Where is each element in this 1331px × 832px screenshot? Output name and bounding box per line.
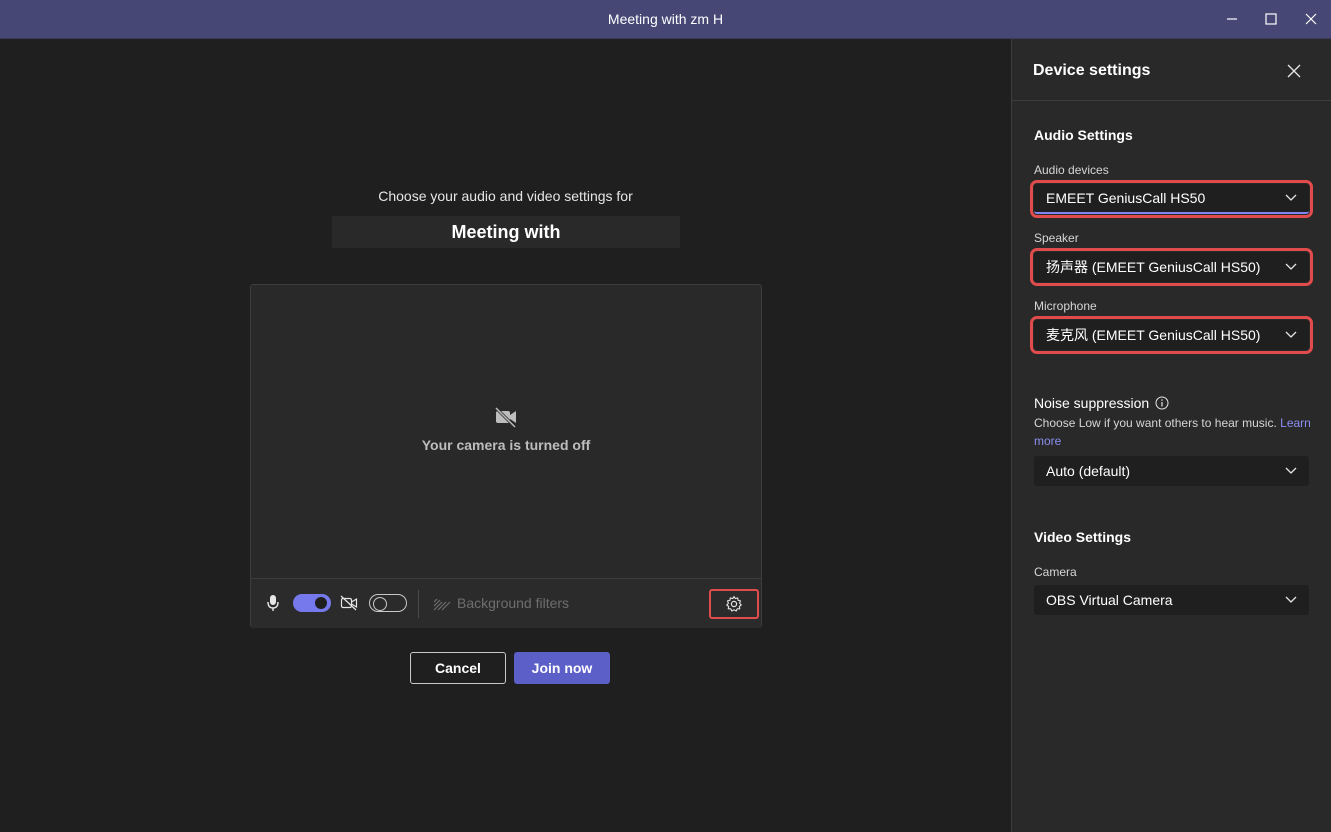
noise-help-text: Choose Low if you want others to hear mu… xyxy=(1034,416,1277,430)
chevron-down-icon xyxy=(1285,263,1297,270)
toggle-knob xyxy=(373,597,387,611)
background-filters-label: Background filters xyxy=(457,595,570,611)
audio-devices-label: Audio devices xyxy=(1034,163,1109,177)
camera-off-small-icon xyxy=(340,595,358,611)
minimize-icon xyxy=(1227,18,1237,20)
camera-value: OBS Virtual Camera xyxy=(1046,592,1173,608)
noise-suppression-dropdown[interactable]: Auto (default) xyxy=(1034,456,1309,486)
camera-label: Camera xyxy=(1034,565,1077,579)
panel-title: Device settings xyxy=(1033,62,1151,79)
close-window-button[interactable] xyxy=(1291,0,1331,38)
device-settings-button[interactable] xyxy=(709,589,759,619)
camera-toggle[interactable] xyxy=(369,594,407,612)
chevron-down-icon xyxy=(1285,194,1297,201)
panel-header: Device settings xyxy=(1012,39,1331,101)
toggle-knob xyxy=(315,597,327,609)
join-now-button[interactable]: Join now xyxy=(514,652,610,684)
minimize-button[interactable] xyxy=(1212,0,1252,38)
video-settings-heading: Video Settings xyxy=(1034,529,1131,545)
prejoin-stage: Choose your audio and video settings for… xyxy=(0,39,1011,832)
camera-dropdown[interactable]: OBS Virtual Camera xyxy=(1034,585,1309,615)
meeting-title: Meeting with xyxy=(332,216,680,248)
title-bar: Meeting with zm H xyxy=(0,0,1331,39)
camera-button[interactable] xyxy=(339,593,359,613)
camera-off-icon xyxy=(494,406,517,428)
speaker-value: 扬声器 (EMEET GeniusCall HS50) xyxy=(1046,259,1261,275)
close-icon xyxy=(1305,13,1317,25)
close-panel-button[interactable] xyxy=(1284,61,1304,81)
info-icon[interactable] xyxy=(1155,396,1169,410)
maximize-button[interactable] xyxy=(1251,0,1291,38)
close-icon xyxy=(1287,64,1301,78)
microphone-button[interactable] xyxy=(263,593,283,613)
noise-suppression-value: Auto (default) xyxy=(1046,463,1131,479)
preview-controls: Background filters xyxy=(251,578,761,628)
gear-icon xyxy=(726,595,742,612)
chevron-down-icon xyxy=(1285,331,1297,338)
maximize-icon xyxy=(1265,13,1277,25)
video-area: Your camera is turned off xyxy=(251,285,761,578)
device-settings-panel: Device settings Audio Settings Audio dev… xyxy=(1011,39,1331,832)
camera-off-text: Your camera is turned off xyxy=(421,437,591,453)
chevron-down-icon xyxy=(1285,596,1297,603)
microphone-dropdown[interactable]: 麦克风 (EMEET GeniusCall HS50) xyxy=(1030,316,1313,354)
divider xyxy=(418,590,419,618)
microphone-label: Microphone xyxy=(1034,299,1097,313)
window-title: Meeting with zm H xyxy=(607,11,724,27)
background-filters-button[interactable]: Background filters xyxy=(433,579,569,628)
choose-settings-text: Choose your audio and video settings for xyxy=(378,188,633,204)
cancel-button[interactable]: Cancel xyxy=(410,652,506,684)
speaker-dropdown[interactable]: 扬声器 (EMEET GeniusCall HS50) xyxy=(1030,248,1313,286)
microphone-toggle[interactable] xyxy=(293,594,331,612)
audio-devices-dropdown[interactable]: EMEET GeniusCall HS50 xyxy=(1030,180,1313,218)
noise-suppression-text: Noise suppression xyxy=(1034,395,1150,411)
microphone-value: 麦克风 (EMEET GeniusCall HS50) xyxy=(1046,327,1261,343)
background-effects-icon xyxy=(433,598,451,610)
noise-suppression-label: Noise suppression xyxy=(1034,395,1169,411)
chevron-down-icon xyxy=(1285,467,1297,474)
audio-devices-value: EMEET GeniusCall HS50 xyxy=(1046,190,1206,206)
audio-settings-heading: Audio Settings xyxy=(1034,127,1133,143)
speaker-label: Speaker xyxy=(1034,231,1079,245)
microphone-icon xyxy=(267,595,279,611)
video-preview: Your camera is turned off Background fil… xyxy=(250,284,762,628)
noise-suppression-help: Choose Low if you want others to hear mu… xyxy=(1034,414,1312,450)
